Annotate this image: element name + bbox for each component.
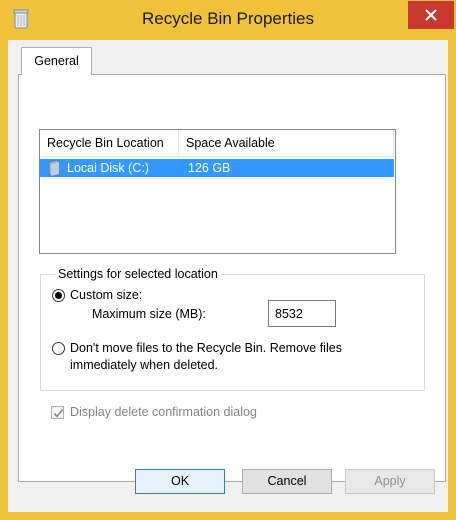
list-item[interactable]: Local Disk (C:) 126 GB	[40, 159, 394, 177]
recycle-bin-location-list[interactable]: Recycle Bin Location Space Available Loc…	[39, 129, 396, 254]
cancel-button[interactable]: Cancel	[242, 469, 332, 494]
custom-size-label[interactable]: Custom size:	[70, 288, 142, 302]
confirm-checkbox[interactable]	[51, 406, 64, 419]
space-cell: 126 GB	[188, 161, 231, 175]
window-title: Recycle Bin Properties	[142, 9, 314, 28]
column-header-space[interactable]: Space Available	[179, 130, 394, 156]
confirm-label[interactable]: Display delete confirmation dialog	[70, 405, 257, 419]
location-cell: Local Disk (C:)	[67, 161, 149, 175]
drive-icon	[47, 159, 61, 177]
dont-move-radio[interactable]	[52, 342, 65, 355]
general-tab-panel: Recycle Bin Location Space Available Loc…	[18, 74, 446, 482]
radio-dot	[55, 292, 62, 299]
check-icon	[53, 409, 64, 418]
dont-move-label-line1[interactable]: Don't move files to the Recycle Bin. Rem…	[70, 341, 342, 355]
title-bar: Recycle Bin Properties	[0, 0, 456, 40]
tab-general[interactable]: General	[21, 47, 92, 75]
max-size-input[interactable]	[268, 300, 336, 327]
ok-button[interactable]: OK	[135, 469, 225, 494]
settings-legend: Settings for selected location	[55, 267, 221, 281]
max-size-label: Maximum size (MB):	[92, 307, 206, 321]
custom-size-radio[interactable]	[52, 289, 65, 302]
apply-button[interactable]: Apply	[345, 469, 435, 494]
column-header-location[interactable]: Recycle Bin Location	[40, 130, 179, 156]
dont-move-label-line2[interactable]: immediately when deleted.	[70, 358, 218, 372]
close-button[interactable]	[408, 1, 454, 29]
close-icon	[425, 9, 437, 21]
list-header: Recycle Bin Location Space Available	[40, 130, 395, 157]
dialog-client-area: General Recycle Bin Location Space Avail…	[8, 40, 448, 512]
